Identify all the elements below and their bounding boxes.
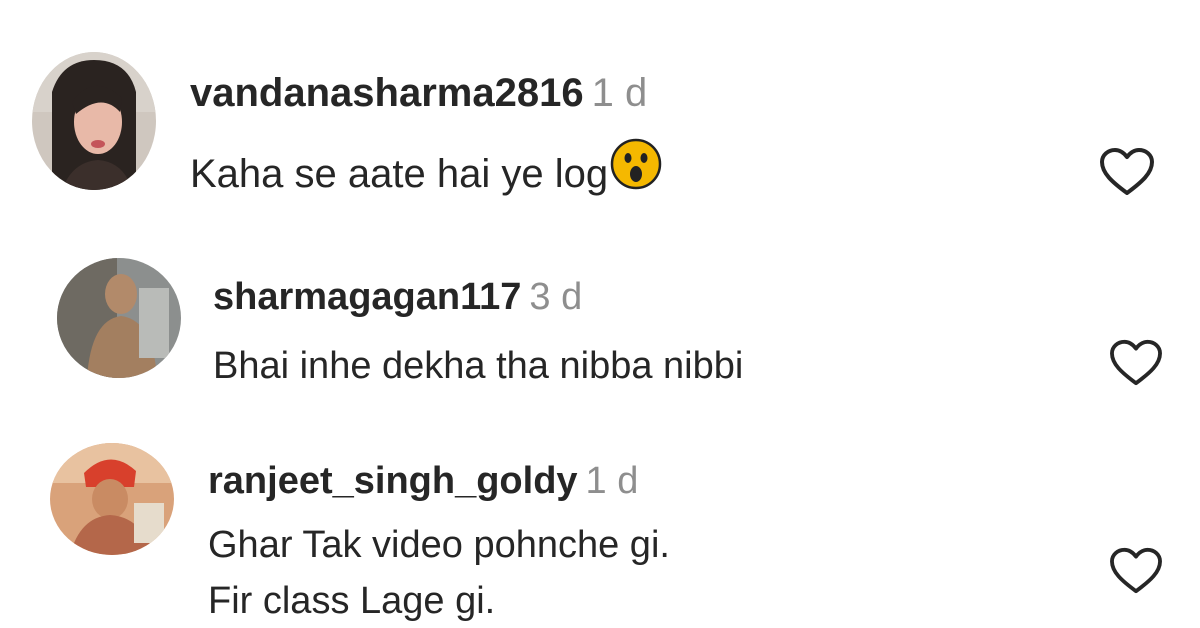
comment-text: Kaha se aate hai ye log [190, 152, 609, 196]
comment-timestamp[interactable]: 1 d [592, 71, 648, 115]
like-button[interactable] [1108, 338, 1164, 388]
heart-outline-icon [1110, 547, 1162, 594]
comment-text-line: Ghar Tak video pohnche gi. [208, 524, 670, 566]
avatar[interactable] [57, 258, 181, 378]
like-button[interactable] [1108, 546, 1164, 596]
comment-username[interactable]: vandanasharma2816 [190, 71, 584, 115]
comment-text: Ghar Tak video pohnche gi. Fir class Lag… [208, 522, 670, 625]
avatar[interactable] [50, 443, 174, 555]
comment-text: Bhai inhe dekha tha nibba nibbi [213, 345, 744, 387]
user-photo-avatar [57, 258, 181, 378]
comment-timestamp[interactable]: 3 d [529, 276, 582, 318]
user-photo-avatar [50, 443, 174, 555]
comment-text-line: Fir class Lage gi. [208, 580, 496, 623]
heart-outline-icon [1100, 148, 1154, 195]
user-photo-avatar [32, 52, 156, 190]
heart-outline-icon [1110, 339, 1162, 386]
like-button[interactable] [1098, 146, 1156, 198]
comment-username[interactable]: sharmagagan117 [213, 276, 521, 318]
avatar[interactable] [32, 52, 156, 190]
astonished-face-emoji [610, 138, 662, 202]
comment-timestamp[interactable]: 1 d [586, 460, 639, 502]
comment-username[interactable]: ranjeet_singh_goldy [208, 460, 578, 502]
